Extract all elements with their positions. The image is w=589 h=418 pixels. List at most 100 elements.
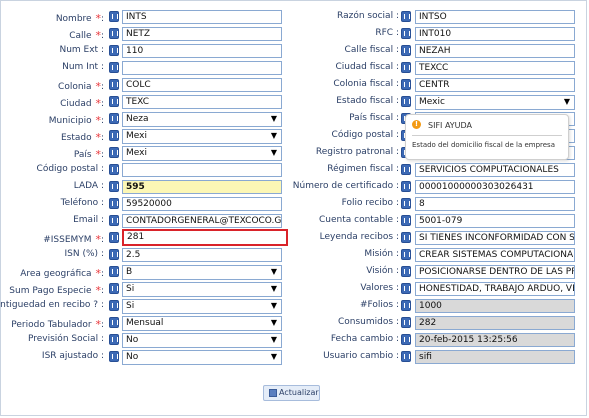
label-colon: : xyxy=(395,130,399,140)
info-icon[interactable] xyxy=(109,62,119,73)
nombre-input[interactable]: INTS xyxy=(122,10,282,24)
info-icon[interactable] xyxy=(109,113,119,124)
info-icon[interactable] xyxy=(401,300,411,311)
info-icon[interactable] xyxy=(401,317,411,328)
info-icon[interactable] xyxy=(109,11,119,22)
ciudad-fiscal-input[interactable]: TEXCC xyxy=(415,61,575,75)
num-int-input[interactable] xyxy=(122,61,282,75)
regimen-fiscal-input[interactable]: SERVICIOS COMPUTACIONALES xyxy=(415,163,575,177)
cuenta-contable-input[interactable]: 5001-079 xyxy=(415,214,575,228)
info-icon[interactable] xyxy=(109,130,119,141)
consumidos-input: 282 xyxy=(415,316,575,330)
actualizar-button[interactable]: Actualizar xyxy=(263,385,320,401)
razon-social-input[interactable]: INTSO xyxy=(415,10,575,24)
form-row-numero-de-certificado: Número de certificado : 00001000000303026… xyxy=(293,179,583,196)
info-icon[interactable] xyxy=(109,300,119,311)
field-label: ISN (%) : xyxy=(65,249,104,259)
info-icon[interactable] xyxy=(401,164,411,175)
info-icon[interactable] xyxy=(401,232,411,243)
label-text: Colonia xyxy=(58,82,92,92)
field-label: Num Ext : xyxy=(59,45,104,55)
info-icon[interactable] xyxy=(401,351,411,362)
antiguedad-en-recibo-select[interactable]: Si ▼ xyxy=(122,299,282,314)
rfc-input[interactable]: INT010 xyxy=(415,27,575,41)
info-icon[interactable] xyxy=(401,45,411,56)
email-input[interactable]: CONTADORGENERAL@TEXCOCO.GOB xyxy=(122,214,282,228)
label-text: Razón social xyxy=(337,11,394,21)
right-column: Razón social : INTSO RFC : INT010 Calle fisc… xyxy=(293,9,583,366)
valores-input[interactable]: HONESTIDAD, TRABAJO ARDUO, VER xyxy=(415,282,575,296)
telefono-input[interactable]: 59520000 xyxy=(122,197,282,211)
info-icon[interactable] xyxy=(109,181,119,192)
label-text: Usuario cambio xyxy=(323,351,394,361)
info-icon[interactable] xyxy=(401,198,411,209)
info-icon[interactable] xyxy=(109,79,119,90)
numero-de-certificado-input[interactable]: 00001000000303026431 xyxy=(415,180,575,194)
label-colon: : xyxy=(395,232,399,242)
tooltip-divider xyxy=(412,135,562,136)
ciudad-input[interactable]: TEXC xyxy=(122,95,282,109)
info-icon[interactable] xyxy=(401,283,411,294)
info-icon[interactable] xyxy=(109,317,119,328)
field-label: RFC : xyxy=(375,28,399,38)
calle-fiscal-input[interactable]: NEZAH xyxy=(415,44,575,58)
label-colon: : xyxy=(395,79,399,89)
info-icon[interactable] xyxy=(109,215,119,226)
info-icon[interactable] xyxy=(401,215,411,226)
sum-pago-especie-select[interactable]: Si ▼ xyxy=(122,282,282,297)
info-icon[interactable] xyxy=(109,28,119,39)
info-icon[interactable] xyxy=(401,249,411,260)
field-label: País fiscal : xyxy=(349,113,399,123)
label-colon: : xyxy=(100,82,104,92)
label-colon: : xyxy=(100,215,104,225)
info-icon[interactable] xyxy=(109,147,119,158)
area-geografica-select[interactable]: B ▼ xyxy=(122,265,282,280)
colonia-fiscal-input[interactable]: CENTR xyxy=(415,78,575,92)
isr-ajustado-select[interactable]: No ▼ xyxy=(122,350,282,365)
lada-input[interactable]: 595 xyxy=(122,180,282,194)
required-marker: * xyxy=(95,284,101,297)
info-icon[interactable] xyxy=(401,62,411,73)
prevision-social-select[interactable]: No ▼ xyxy=(122,333,282,348)
estado-fiscal-select[interactable]: Mexic ▼ xyxy=(415,95,575,110)
info-icon[interactable] xyxy=(401,266,411,277)
info-icon[interactable] xyxy=(401,96,411,107)
mision-input[interactable]: CREAR SISTEMAS COMPUTACIONALE xyxy=(415,248,575,262)
periodo-tabulador-select[interactable]: Mensual ▼ xyxy=(122,316,282,331)
issemym-input[interactable]: 281 xyxy=(122,229,288,246)
info-icon[interactable] xyxy=(401,334,411,345)
pais-select[interactable]: Mexi ▼ xyxy=(122,146,282,161)
chevron-down-icon: ▼ xyxy=(270,284,277,293)
form-row-razon-social: Razón social : INTSO xyxy=(298,9,583,26)
info-icon[interactable] xyxy=(109,198,119,209)
info-icon[interactable] xyxy=(401,11,411,22)
info-icon[interactable] xyxy=(401,181,411,192)
num-ext-input[interactable]: 110 xyxy=(122,44,282,58)
info-icon[interactable] xyxy=(109,334,119,345)
info-icon[interactable] xyxy=(401,79,411,90)
codigo-postal-input[interactable] xyxy=(122,163,282,177)
calle-input[interactable]: NETZ xyxy=(122,27,282,41)
colonia-input[interactable]: COLC xyxy=(122,78,282,92)
exclamation-icon: ! xyxy=(412,120,421,129)
info-icon[interactable] xyxy=(109,283,119,294)
estado-select[interactable]: Mexi ▼ xyxy=(122,129,282,144)
leyenda-recibos-input[interactable]: SI TIENES INCONFORMIDAD CON SE xyxy=(415,231,575,245)
vision-input[interactable]: POSICIONARSE DENTRO DE LAS PRI xyxy=(415,265,575,279)
info-icon[interactable] xyxy=(401,28,411,39)
isn-input[interactable]: 2.5 xyxy=(122,248,282,262)
info-icon[interactable] xyxy=(109,249,119,260)
info-icon[interactable] xyxy=(109,232,119,243)
label-colon: : xyxy=(100,351,104,361)
form-row-colonia: Colonia *: COLC xyxy=(0,77,285,94)
info-icon[interactable] xyxy=(109,164,119,175)
info-icon[interactable] xyxy=(109,45,119,56)
folio-recibo-input[interactable]: 8 xyxy=(415,197,575,211)
municipio-select[interactable]: Neza ▼ xyxy=(122,112,282,127)
label-colon: : xyxy=(395,249,399,259)
label-text: Estado xyxy=(60,133,92,143)
info-icon[interactable] xyxy=(109,351,119,362)
info-icon[interactable] xyxy=(109,96,119,107)
label-colon: : xyxy=(100,164,104,174)
info-icon[interactable] xyxy=(109,266,119,277)
